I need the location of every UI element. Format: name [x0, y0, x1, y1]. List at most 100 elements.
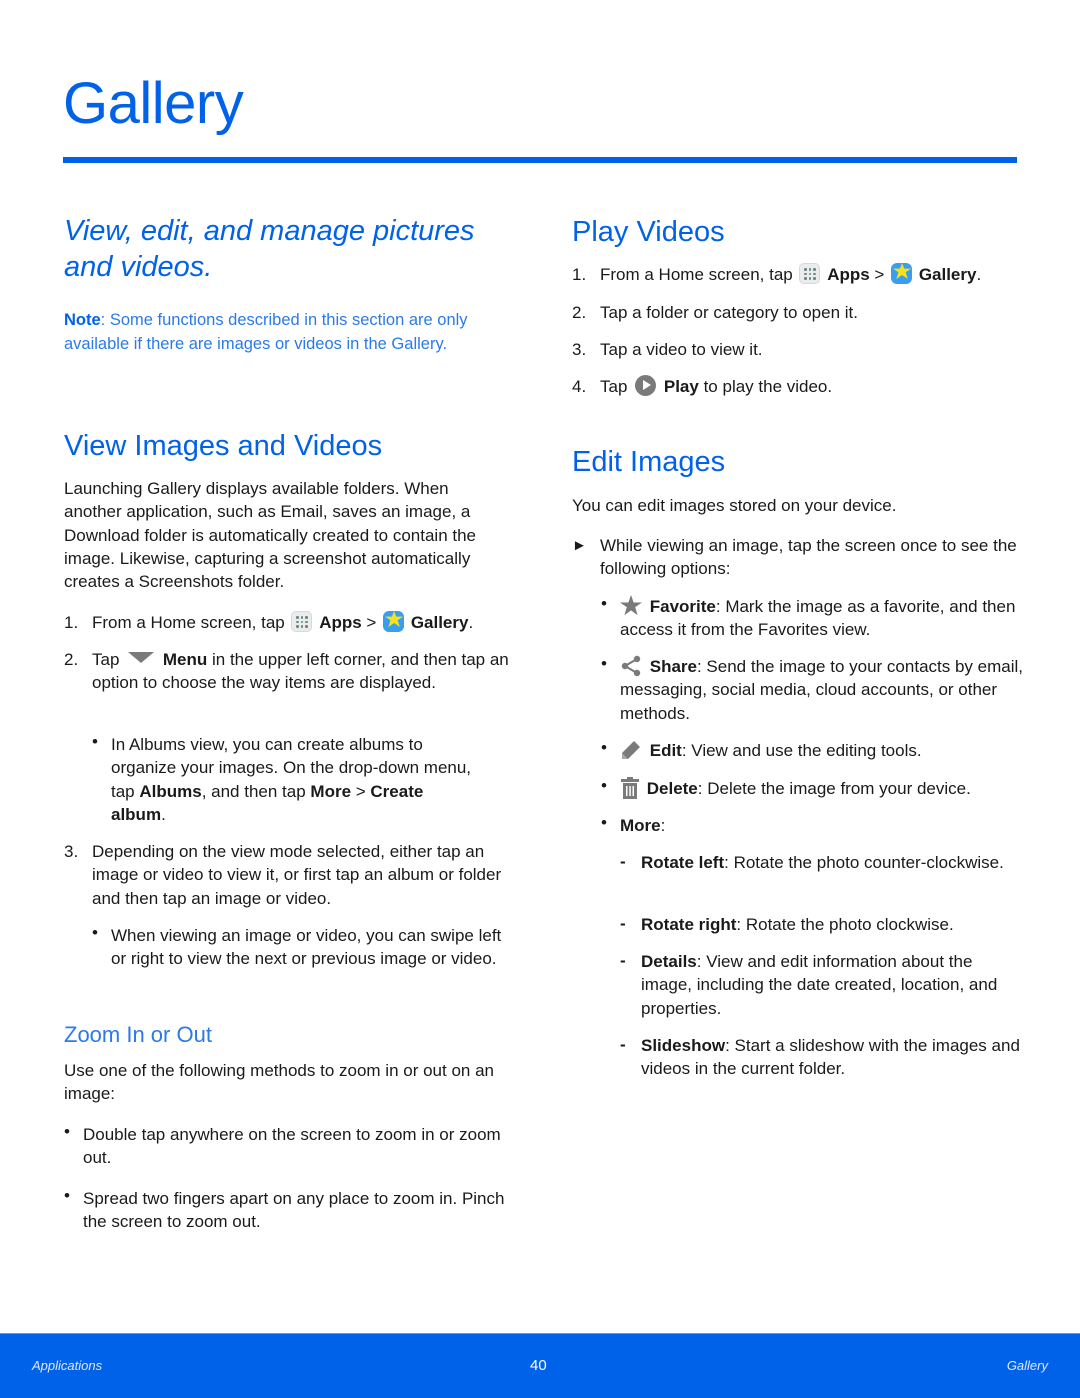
bullet-marker: •	[64, 1186, 70, 1205]
option-text: :	[660, 816, 666, 835]
option-label: Share	[649, 657, 697, 676]
subsection-heading-zoom: Zoom In or Out	[64, 1022, 212, 1047]
menu-dropdown-icon	[128, 652, 155, 663]
option-label: Slideshow	[641, 1036, 726, 1055]
option-label: Details	[641, 952, 697, 971]
bullet-marker: •	[601, 738, 607, 757]
section-heading-play-videos: Play Videos	[572, 216, 725, 248]
step-text: From a Home screen, tap	[600, 265, 798, 284]
title-divider	[63, 157, 1017, 163]
apps-icon	[799, 263, 821, 284]
section-heading-edit-images: Edit Images	[572, 446, 726, 478]
footer-section: Gallery	[1006, 1358, 1048, 1373]
bullet-marker: •	[601, 654, 607, 673]
bullet-text: When viewing an image or video, you can …	[111, 926, 502, 969]
option-label: Delete	[646, 779, 698, 798]
albums-label: Albums	[139, 781, 202, 801]
view-step-3: 3. Depending on the view mode selected, …	[64, 840, 514, 912]
option-text: : View and use the editing tools.	[681, 741, 922, 760]
apps-icon	[291, 611, 313, 632]
play-step-4: 4. Tap Play to play the video.	[572, 375, 1022, 399]
edit-images-paragraph: You can edit images stored on your devic…	[572, 496, 897, 515]
step-number: 2.	[64, 650, 79, 669]
play-step-1: 1. From a Home screen, tap Apps > Galler…	[572, 263, 1032, 287]
option-label: Rotate left	[641, 853, 725, 872]
play-label: Play	[663, 377, 699, 396]
apps-label: Apps	[827, 265, 870, 284]
page-title: Gallery	[63, 71, 244, 136]
punctuation: .	[161, 804, 166, 824]
play-step-3: 3. Tap a video to view it.	[572, 338, 1022, 362]
gallery-app-icon	[891, 263, 913, 284]
footer-chapter: Applications	[32, 1358, 103, 1373]
separator: >	[351, 781, 371, 801]
page-number: 40	[530, 1357, 547, 1374]
gallery-app-icon	[383, 611, 405, 632]
star-icon	[620, 595, 642, 616]
menu-label: Menu	[162, 650, 208, 669]
zoom-paragraph: Use one of the following methods to zoom…	[64, 1061, 494, 1104]
edit-instruction: ► While viewing an image, tap the screen…	[572, 534, 1022, 582]
step-number: 3.	[572, 340, 587, 359]
step-text: Tap	[600, 377, 633, 396]
more-option-slideshow: - Slideshow: Start a slideshow with the …	[620, 1034, 1020, 1082]
step-number: 1.	[572, 265, 587, 284]
step-text: Tap a video to view it.	[600, 340, 763, 359]
apps-label: Apps	[319, 613, 362, 632]
view-images-paragraph: Launching Gallery displays available fol…	[64, 479, 477, 592]
share-icon	[621, 655, 641, 677]
option-label: Favorite	[649, 597, 716, 616]
step-number: 2.	[572, 303, 587, 322]
gallery-label: Gallery	[918, 265, 977, 284]
page-footer: Applications 40 Gallery	[0, 1333, 1080, 1398]
separator: >	[869, 265, 890, 284]
dash-marker: -	[620, 914, 626, 933]
gallery-label: Gallery	[410, 613, 469, 632]
option-label: Edit	[649, 741, 682, 760]
bullet-marker: •	[601, 594, 607, 613]
view-step-1: 1. From a Home screen, tap Apps > Galler…	[64, 611, 514, 635]
step-text: Depending on the view mode selected, eit…	[92, 842, 502, 908]
bullet-marker: •	[92, 923, 98, 942]
step-text: From a Home screen, tap	[92, 613, 290, 632]
option-label: Rotate right	[641, 915, 737, 934]
step-text: Tap	[92, 650, 125, 669]
step-number: 4.	[572, 377, 587, 396]
pencil-icon	[622, 741, 640, 759]
step-text: in the upper left corner, and then tap a…	[92, 650, 509, 693]
instruction-text: While viewing an image, tap the screen o…	[600, 536, 1017, 579]
zoom-bullet: • Double tap anywhere on the screen to z…	[64, 1122, 514, 1171]
more-option-rotate-left: - Rotate left: Rotate the photo counter-…	[620, 851, 1020, 899]
dash-marker: -	[620, 1035, 626, 1054]
arrow-marker-icon: ►	[572, 537, 587, 554]
step-number: 1.	[64, 613, 79, 632]
bullet-marker: •	[601, 813, 607, 832]
edit-option-share: • Share: Send the image to your contacts…	[601, 654, 1031, 727]
option-text: : Rotate the photo clockwise.	[736, 915, 954, 934]
edit-option-edit: • Edit: View and use the editing tools.	[601, 738, 1031, 763]
note-label: Note	[64, 311, 101, 329]
bullet-text: Double tap anywhere on the screen to zoo…	[83, 1125, 501, 1168]
more-label: More	[310, 781, 352, 801]
more-option-details: - Details: View and edit information abo…	[620, 950, 1020, 1022]
bullet-marker: •	[92, 732, 98, 751]
dash-marker: -	[620, 951, 626, 970]
page-intro: View, edit, and manage pictures and vide…	[64, 215, 475, 283]
option-text: : Delete the image from your device.	[697, 779, 971, 798]
dash-marker: -	[620, 852, 626, 871]
edit-option-favorite: • Favorite: Mark the image as a favorite…	[601, 594, 1031, 643]
edit-option-delete: • Delete: Delete the image from your dev…	[601, 776, 1031, 801]
option-text: : Rotate the photo counter-clockwise.	[724, 853, 1004, 872]
edit-option-more: • More:	[601, 813, 1031, 838]
note: Note: Some functions described in this s…	[64, 309, 474, 356]
step-text: to play the video.	[698, 377, 833, 396]
play-icon	[635, 375, 657, 396]
zoom-bullet: • Spread two fingers apart on any place …	[64, 1186, 514, 1235]
view-step-3-bullet: • When viewing an image or video, you ca…	[92, 923, 512, 996]
separator: >	[361, 613, 382, 632]
note-text: : Some functions described in this secti…	[64, 311, 468, 353]
punctuation: .	[468, 613, 474, 632]
section-heading-view-images: View Images and Videos	[64, 430, 383, 462]
more-option-rotate-right: - Rotate right: Rotate the photo clockwi…	[620, 913, 1020, 937]
view-step-2: 2. Tap Menu in the upper left corner, an…	[64, 648, 509, 720]
